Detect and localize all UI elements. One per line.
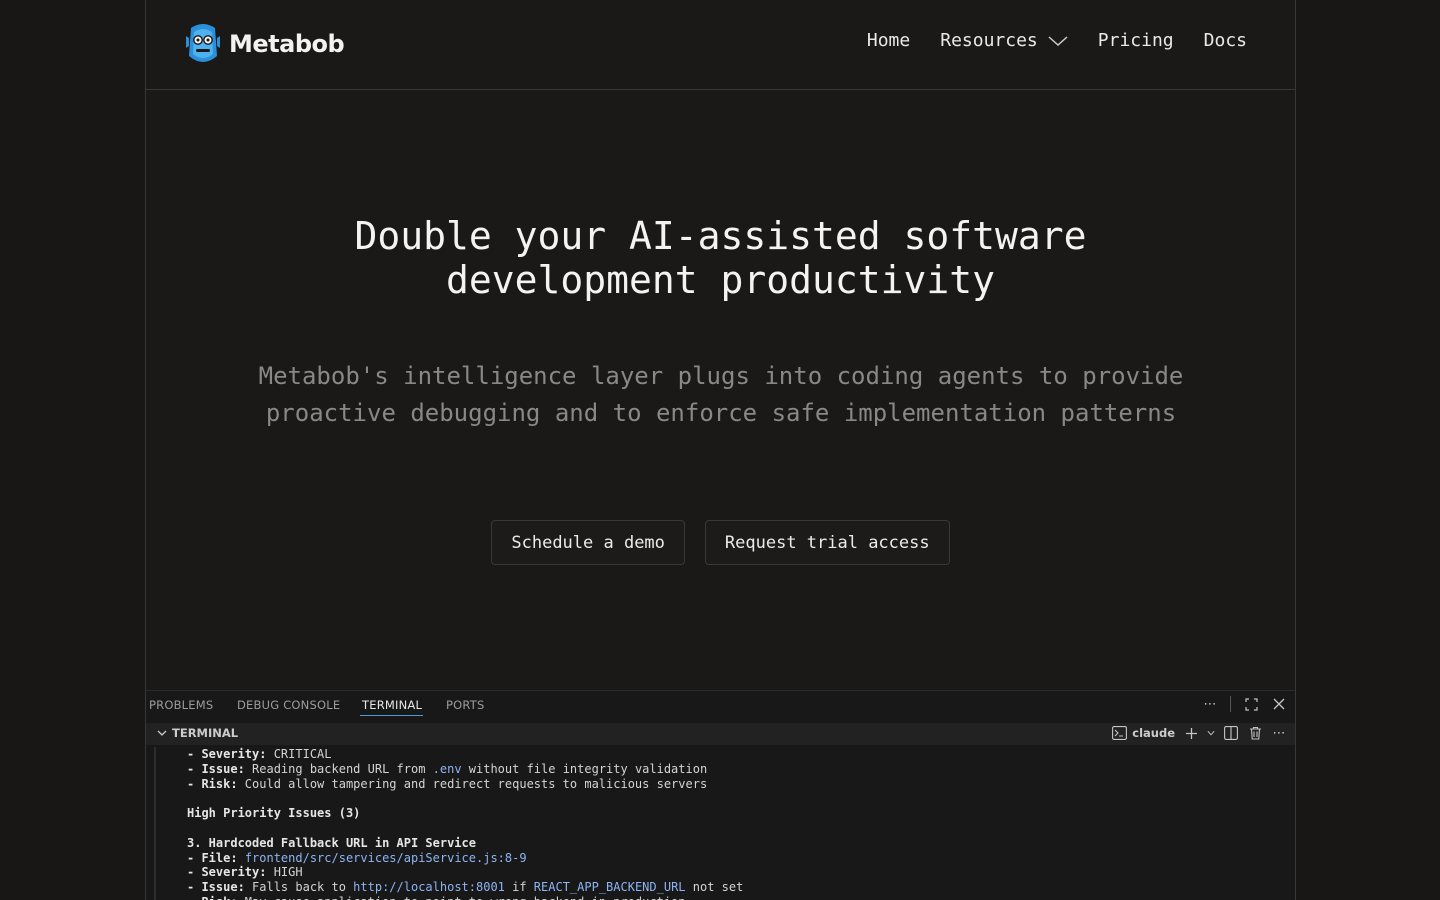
- terminal-text: without file integrity validation: [461, 761, 708, 776]
- terminal-instance[interactable]: claude: [1112, 726, 1175, 740]
- terminal-text: Falls back to: [244, 880, 354, 895]
- trash-icon[interactable]: [1247, 725, 1263, 741]
- terminal-text: not set: [685, 880, 744, 895]
- terminal-text: - Risk:: [187, 895, 238, 900]
- terminal-icon: [1112, 726, 1128, 740]
- terminal-title: TERMINAL: [172, 726, 239, 740]
- terminal-header: TERMINAL claude ⋯: [146, 723, 1295, 745]
- metabob-logo-icon: [186, 24, 220, 62]
- terminal-text: HIGH: [266, 865, 303, 880]
- terminal-text: - File:: [187, 850, 238, 865]
- terminal-link[interactable]: .env: [433, 762, 462, 776]
- terminal-line: - Issue: Reading backend URL from .env w…: [154, 762, 1295, 777]
- terminal-text: - Issue:: [187, 761, 245, 776]
- panel-tabs: PROBLEMS DEBUG CONSOLE TERMINAL PORTS ⋯: [146, 691, 1295, 721]
- terminal-text: CRITICAL: [266, 747, 332, 761]
- more-actions-icon[interactable]: ⋯: [1271, 725, 1287, 741]
- terminal-line: - File: frontend/src/services/apiService…: [154, 851, 1295, 866]
- split-terminal-icon[interactable]: [1223, 725, 1239, 741]
- brand-logo[interactable]: Metabob: [185, 22, 345, 66]
- divider: [1230, 696, 1231, 712]
- terminal-line: High Priority Issues (3): [154, 806, 1295, 821]
- page-frame: Metabob Home Resources Pricing Docs Doub…: [145, 0, 1296, 900]
- tab-problems[interactable]: PROBLEMS: [149, 698, 213, 712]
- terminal-actions: claude ⋯: [1112, 725, 1287, 741]
- close-panel-icon[interactable]: [1271, 696, 1287, 712]
- terminal-text: - Risk:: [187, 776, 238, 791]
- nav-home-label: Home: [866, 30, 911, 51]
- terminal-text: - Severity:: [187, 747, 267, 761]
- terminal-line: - Risk: May cause application to point t…: [154, 895, 1295, 900]
- terminal-text: May cause application to point to wrong …: [238, 895, 686, 900]
- new-terminal-icon[interactable]: [1183, 725, 1199, 741]
- panel-actions: ⋯: [1202, 696, 1287, 712]
- hero-title-line2: development productivity: [445, 258, 996, 302]
- terminal-line: 3. Hardcoded Fallback URL in API Service: [154, 836, 1295, 851]
- hero-title-line1: Double your AI-assisted software: [354, 214, 1087, 258]
- tab-debug-console[interactable]: DEBUG CONSOLE: [237, 698, 340, 712]
- terminal-text: - Issue:: [187, 880, 245, 895]
- terminal-link[interactable]: http://localhost:8001: [353, 880, 505, 894]
- nav-resources[interactable]: Resources: [940, 30, 1068, 51]
- chevron-down-icon: [157, 730, 167, 736]
- maximize-panel-icon[interactable]: [1243, 696, 1259, 712]
- tab-ports[interactable]: PORTS: [446, 698, 484, 712]
- terminal-line: - Severity: CRITICAL: [154, 747, 1295, 762]
- bottom-panel: PROBLEMS DEBUG CONSOLE TERMINAL PORTS ⋯ …: [146, 690, 1295, 900]
- terminal-dropdown-icon[interactable]: [1207, 725, 1215, 741]
- terminal-text: 3. Hardcoded Fallback URL in API Service: [187, 835, 476, 850]
- terminal-text: Could allow tampering and redirect reque…: [237, 776, 708, 791]
- main-nav: Home Resources Pricing Docs: [867, 30, 1247, 51]
- nav-resources-label: Resources: [940, 30, 1038, 51]
- tab-terminal[interactable]: TERMINAL: [362, 698, 422, 712]
- more-actions-icon[interactable]: ⋯: [1202, 696, 1218, 712]
- chevron-down-icon: [1048, 35, 1068, 46]
- brand-name: Metabob: [229, 30, 345, 58]
- hero-subtitle: Metabob's intelligence layer plugs into …: [258, 362, 1184, 427]
- nav-docs-label: Docs: [1203, 30, 1247, 51]
- hero-title: Double your AI-assisted software develop…: [146, 214, 1295, 302]
- terminal-output[interactable]: - Severity: CRITICAL - Issue: Reading bac…: [154, 747, 1295, 900]
- terminal-line: - Risk: Could allow tampering and redire…: [154, 777, 1295, 792]
- nav-home[interactable]: Home: [867, 30, 910, 51]
- active-tab-indicator: [360, 715, 423, 716]
- terminal-text: High Priority Issues (3): [187, 806, 361, 821]
- terminal-gutter: [154, 747, 156, 900]
- terminal-link[interactable]: frontend/src/services/apiService.js:8-9: [245, 851, 527, 865]
- nav-docs[interactable]: Docs: [1204, 30, 1247, 51]
- nav-pricing-label: Pricing: [1097, 30, 1174, 51]
- request-trial-button[interactable]: Request trial access: [704, 520, 950, 565]
- schedule-demo-button[interactable]: Schedule a demo: [491, 520, 685, 565]
- terminal-lines: - Severity: CRITICAL - Issue: Reading bac…: [154, 747, 1295, 900]
- terminal-section-toggle[interactable]: TERMINAL: [156, 726, 238, 740]
- terminal-link[interactable]: REACT_APP_BACKEND_URL: [534, 880, 686, 894]
- terminal-text: - Severity:: [187, 865, 267, 880]
- terminal-text: Reading backend URL from: [244, 761, 433, 776]
- site-header: Metabob Home Resources Pricing Docs: [146, 0, 1295, 90]
- hero-actions: Schedule a demo Request trial access: [146, 520, 1295, 565]
- terminal-line: - Issue: Falls back to http://localhost:…: [154, 880, 1295, 895]
- nav-pricing[interactable]: Pricing: [1098, 30, 1174, 51]
- terminal-line: - Severity: HIGH: [154, 865, 1295, 880]
- terminal-text: if: [504, 880, 534, 895]
- terminal-shell-name: claude: [1132, 726, 1175, 740]
